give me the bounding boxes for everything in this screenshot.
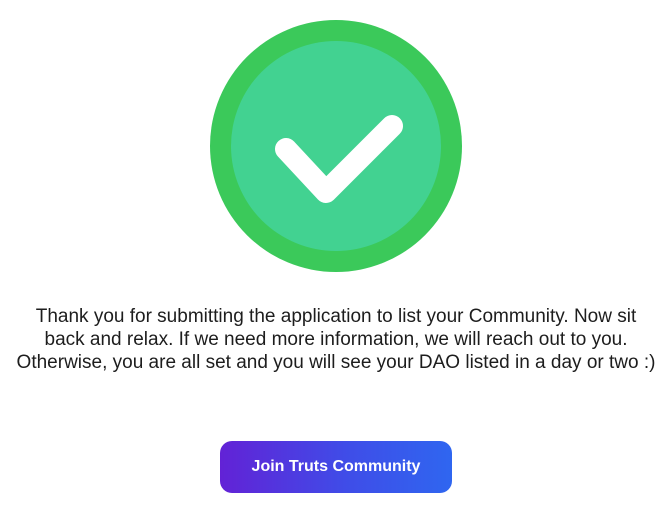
success-badge — [210, 20, 462, 272]
submission-success-page: Thank you for submitting the application… — [0, 0, 672, 513]
checkmark-icon — [275, 115, 403, 203]
confirmation-message: Thank you for submitting the application… — [16, 306, 656, 373]
join-community-button[interactable]: Join Truts Community — [220, 441, 452, 493]
success-badge-inner — [231, 41, 441, 251]
